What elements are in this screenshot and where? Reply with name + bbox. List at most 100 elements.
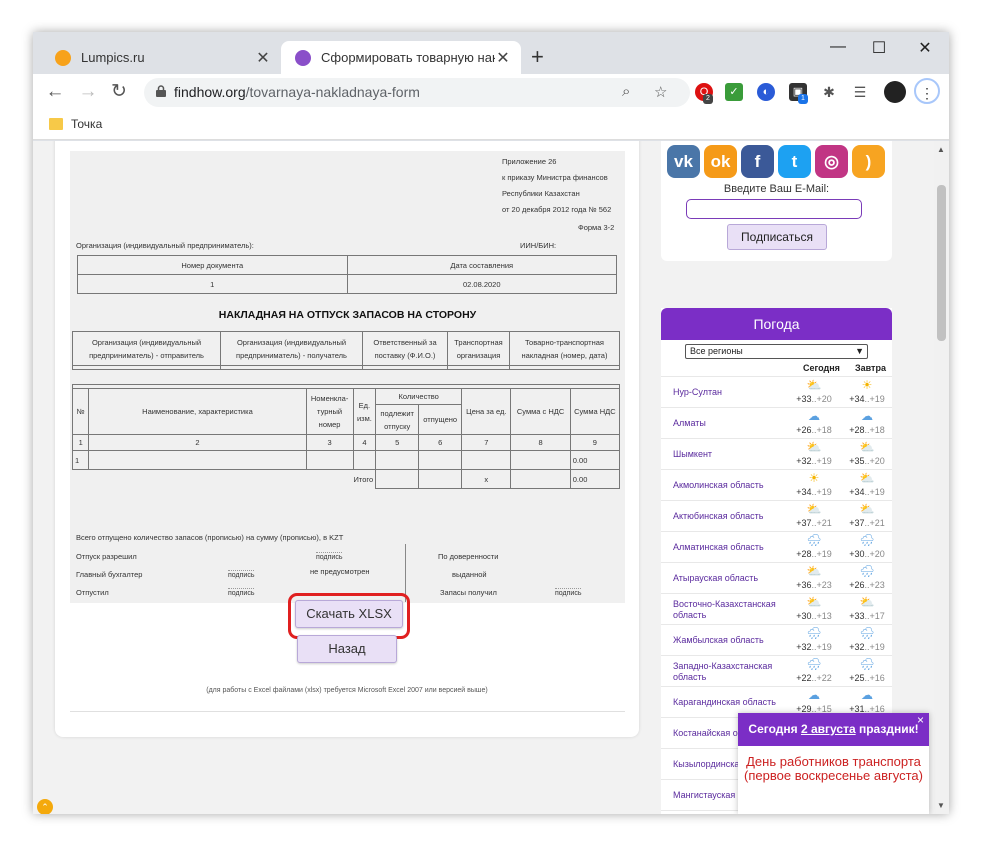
tab-lumpics[interactable]: Lumpics.ru ✕: [41, 41, 281, 74]
proxy-label: По доверенности: [438, 552, 499, 561]
ok-icon[interactable]: ok: [704, 145, 737, 178]
waybill-header: Товарно-транспортная накладная (номер, да…: [509, 331, 620, 366]
issued-label: выданной: [452, 570, 487, 579]
temp-low: +18: [816, 425, 832, 435]
email-label: Введите Ваш E-Mail:: [723, 183, 830, 195]
scroll-to-top-icon[interactable]: ⌃: [37, 799, 53, 814]
weather-region-link[interactable]: Восточно-Казахстанская область: [673, 594, 788, 625]
weather-tomorrow: 🌧 +30..+20: [845, 533, 889, 563]
checkmark-extension-icon[interactable]: ✓: [725, 83, 743, 101]
sender-header: Организация (индивидуальный предпринимате…: [72, 331, 221, 366]
table-cell: [375, 469, 420, 489]
temperature: +35..+20: [845, 456, 889, 466]
table-cell: [510, 450, 571, 470]
temp-low: +23: [816, 580, 832, 590]
weather-region-link[interactable]: Атырауская область: [673, 563, 788, 594]
temp-low: +21: [869, 518, 885, 528]
temp-high: +28: [849, 425, 865, 435]
vpn-extension-icon[interactable]: ◐: [757, 83, 775, 101]
address-bar[interactable]: findhow.org/tovarnaya-nakladnaya-form ⌕ …: [144, 78, 690, 107]
url-path: /tovarnaya-nakladnaya-form: [245, 84, 420, 100]
temp-high: +34: [849, 394, 865, 404]
table-cell: [352, 450, 377, 470]
avatar[interactable]: [884, 81, 906, 103]
minimize-icon[interactable]: —: [818, 38, 858, 56]
weather-region-link[interactable]: Нур-Султан: [673, 377, 788, 408]
close-icon[interactable]: ×: [917, 713, 924, 727]
weather-region-link[interactable]: Жамбылская область: [673, 625, 788, 656]
weather-region-link[interactable]: Акмолинская область: [673, 470, 788, 501]
zoom-icon[interactable]: ⌕: [622, 83, 630, 100]
temperature: +28..+19: [792, 549, 836, 559]
new-tab-button[interactable]: +: [531, 44, 544, 70]
weather-region-link[interactable]: Алматинская область: [673, 532, 788, 563]
weather-region-link[interactable]: Актюбинская область: [673, 501, 788, 532]
puzzle-extensions-icon[interactable]: ✱: [820, 83, 838, 101]
tab-title: Lumpics.ru: [81, 50, 145, 65]
menu-kebab-icon[interactable]: ⋮: [914, 78, 940, 104]
popup-head-suffix: праздник!: [855, 722, 919, 736]
partly-cloudy-icon: ⛅: [859, 471, 875, 485]
col-qty-header: Количество: [375, 388, 463, 405]
temperature: +33..+20: [792, 394, 836, 404]
col-number: 9: [569, 434, 621, 451]
temperature: +34..+19: [845, 487, 889, 497]
table-cell: [510, 469, 571, 489]
back-button[interactable]: Назад: [297, 635, 397, 663]
tab-close-icon[interactable]: ✕: [495, 48, 511, 68]
header-line: к приказу Министра финансов: [502, 173, 608, 182]
scroll-down-icon[interactable]: ▼: [937, 801, 945, 810]
weather-row: Шымкент ⛅ +32..+19 ⛅ +35..+20: [661, 438, 892, 469]
partly-cloudy-icon: ⛅: [859, 502, 875, 516]
temperature: +32..+19: [792, 642, 836, 652]
scrollbar[interactable]: ▲ ▼: [934, 141, 949, 814]
ext-badge: 2: [703, 94, 713, 104]
temp-low: +19: [816, 642, 832, 652]
maximize-icon[interactable]: ☐: [859, 38, 899, 58]
twitter-icon[interactable]: t: [778, 145, 811, 178]
cloudy-icon: ☁: [861, 688, 873, 702]
facebook-icon[interactable]: f: [741, 145, 774, 178]
weather-row: Нур-Султан ⛅ +33..+20 ☀ +34..+19: [661, 376, 892, 407]
waybill-line2: накладная (номер, дата): [521, 350, 608, 360]
resp-line1: Ответственный за: [373, 337, 437, 347]
instagram-icon[interactable]: ◎: [815, 145, 848, 178]
temp-high: +32: [796, 642, 812, 652]
back-arrow-icon[interactable]: ←: [43, 82, 67, 102]
scroll-thumb[interactable]: [937, 185, 946, 341]
header-line: Приложение 26: [502, 157, 557, 166]
forward-arrow-icon[interactable]: →: [76, 82, 100, 102]
subscribe-button[interactable]: Подписаться: [727, 224, 827, 250]
col-tomorrow: Завтра: [855, 363, 886, 373]
scroll-up-icon[interactable]: ▲: [937, 145, 945, 154]
excel-note: (для работы с Excel файлами (xlsx) требу…: [206, 687, 488, 694]
weather-row: Западно-Казахстанская область 🌧 +22..+22 🌧 +…: [661, 655, 892, 686]
email-field[interactable]: [686, 199, 862, 219]
media-queue-icon[interactable]: ☰: [851, 83, 869, 101]
responsible-header: Ответственный за поставку (Ф.И.О.): [362, 331, 448, 366]
url-host: findhow.org: [174, 84, 246, 100]
weather-region-link[interactable]: Западно-Казахстанская область: [673, 656, 788, 687]
star-icon[interactable]: ☆: [654, 83, 667, 101]
close-window-icon[interactable]: ✕: [905, 38, 945, 58]
subscribe-card: vk ok f t ◎ ) Введите Ваш E-Mail: Подпис…: [661, 141, 892, 261]
rss-icon[interactable]: ): [852, 145, 885, 178]
tab-findhow[interactable]: Сформировать товарную накла ✕: [281, 41, 521, 74]
temperature: +25..+16: [845, 673, 889, 683]
temp-low: +16: [869, 673, 885, 683]
region-select[interactable]: Все регионы ▼: [685, 344, 868, 359]
weather-title: Погода: [661, 308, 892, 340]
temperature: +37..+21: [792, 518, 836, 528]
tab-strip: Lumpics.ru ✕ Сформировать товарную накла…: [33, 32, 949, 74]
bookmark-tochka[interactable]: Точка: [71, 117, 102, 131]
chevron-down-icon: ▼: [855, 346, 864, 356]
vk-icon[interactable]: vk: [667, 145, 700, 178]
reload-icon[interactable]: ↻: [107, 82, 131, 102]
weather-tomorrow: ⛅ +34..+19: [845, 471, 889, 501]
rain-icon: 🌧: [859, 657, 875, 671]
popup-date-link[interactable]: 2 августа: [801, 722, 856, 736]
weather-region-link[interactable]: Алматы: [673, 408, 788, 439]
tab-close-icon[interactable]: ✕: [255, 48, 271, 68]
weather-region-link[interactable]: Шымкент: [673, 439, 788, 470]
col-number: 7: [461, 434, 512, 451]
